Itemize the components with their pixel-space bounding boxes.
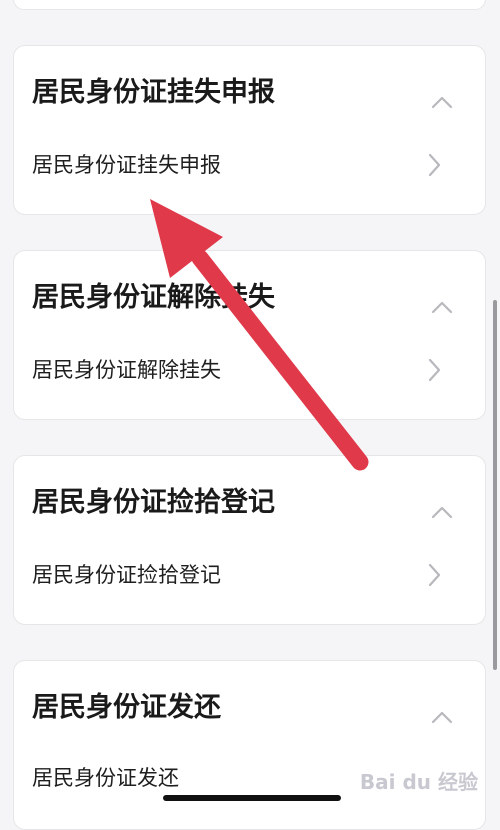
service-card-found-registration: 居民身份证捡拾登记 居民身份证捡拾登记 (13, 455, 486, 625)
card-title: 居民身份证捡拾登记 (32, 487, 275, 518)
service-item-label[interactable]: 居民身份证发还 (32, 768, 179, 789)
home-indicator (163, 795, 341, 801)
chevron-right-icon[interactable] (427, 358, 441, 382)
chevron-up-icon[interactable] (431, 300, 453, 314)
service-item-label[interactable]: 居民身份证挂失申报 (32, 155, 221, 176)
card-title: 居民身份证解除挂失 (32, 282, 275, 313)
service-card-cancel-loss: 居民身份证解除挂失 居民身份证解除挂失 (13, 250, 486, 420)
card-title: 居民身份证发还 (32, 692, 221, 723)
chevron-right-icon[interactable] (427, 563, 441, 587)
chevron-right-icon[interactable] (427, 153, 441, 177)
service-item-label[interactable]: 居民身份证捡拾登记 (32, 565, 221, 586)
watermark-logo: Bai du 经验 (359, 770, 478, 794)
service-card-return: 居民身份证发还 居民身份证发还 (13, 660, 486, 830)
service-card-report-loss: 居民身份证挂失申报 居民身份证挂失申报 (13, 45, 486, 215)
service-item-label[interactable]: 居民身份证解除挂失 (32, 360, 221, 381)
scrollbar[interactable] (493, 300, 497, 670)
chevron-up-icon[interactable] (431, 505, 453, 519)
card-title: 居民身份证挂失申报 (32, 77, 275, 108)
chevron-up-icon[interactable] (431, 95, 453, 109)
chevron-up-icon[interactable] (431, 710, 453, 724)
previous-service-card (13, 0, 486, 10)
